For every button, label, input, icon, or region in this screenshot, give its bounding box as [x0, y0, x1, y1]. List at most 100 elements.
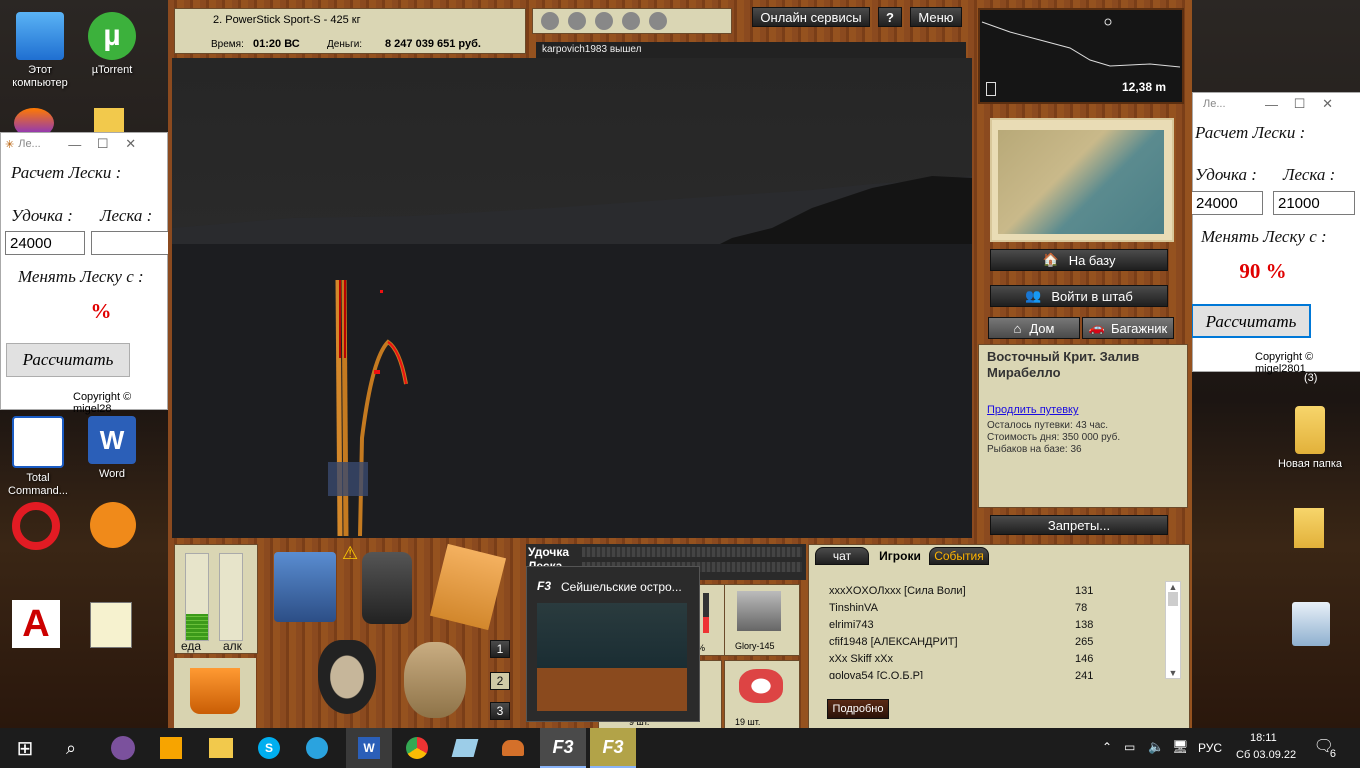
maximize-button[interactable]: ☐: [1288, 96, 1312, 112]
autocad-icon[interactable]: A: [12, 600, 60, 648]
food-meter: [185, 553, 209, 641]
volume-icon[interactable]: 🔈: [1148, 739, 1164, 755]
scroll-thumb[interactable]: [1168, 592, 1178, 606]
line-input[interactable]: [91, 231, 171, 255]
tab-events[interactable]: События: [929, 547, 989, 565]
line-calc-window-left: ✳ Ле... — ☐ ✕ Расчет Лески : Удочка : Ле…: [0, 132, 171, 415]
maximize-button[interactable]: ☐: [91, 136, 115, 152]
rod-slots: [532, 8, 732, 34]
list-item[interactable]: elrimi743 138: [829, 619, 1159, 631]
rf3-button-1[interactable]: F3: [540, 728, 586, 768]
rod-input[interactable]: [1191, 191, 1263, 215]
close-button[interactable]: ✕: [119, 136, 143, 152]
bucket-slot[interactable]: [174, 658, 256, 728]
language-indicator[interactable]: РУС: [1198, 741, 1222, 755]
notes-button[interactable]: [442, 728, 488, 768]
recycle-bin-icon[interactable]: [1292, 602, 1330, 646]
line-input[interactable]: [1273, 191, 1355, 215]
clock-date[interactable]: Сб 03.09.22: [1236, 749, 1296, 761]
battery-tray-icon[interactable]: ▭: [1124, 740, 1135, 754]
word-button[interactable]: W: [346, 728, 392, 768]
list-item[interactable]: cfif1948 [АЛЕКСАНДРИТ] 265: [829, 636, 1159, 648]
game-shortcut-icon[interactable]: [90, 502, 136, 548]
minimize-button[interactable]: —: [1260, 97, 1284, 112]
skype-button[interactable]: S: [246, 728, 292, 768]
search-button[interactable]: ⌕: [48, 728, 94, 768]
bait-count: 19 шт.: [735, 717, 761, 727]
game-helper-button[interactable]: [490, 728, 536, 768]
notifications-button[interactable]: 🗨 6: [1312, 736, 1336, 760]
list-item[interactable]: xxxXOXOЛxxx [Сила Воли] 131: [829, 585, 1159, 597]
reel-icon[interactable]: [568, 12, 586, 30]
extend-permit-link[interactable]: Продлить путевку: [987, 404, 1078, 416]
info-line: Осталось путевки: 43 час.: [987, 420, 1109, 431]
list-item[interactable]: xXx Skiff xXx 146: [829, 653, 1159, 665]
desktop-icon-utorrent[interactable]: µ µTorrent: [74, 6, 150, 90]
tab-chat[interactable]: чат: [815, 547, 869, 565]
calculate-button[interactable]: Рассчитать: [1191, 304, 1311, 338]
shrimp-bait-icon: [739, 669, 783, 703]
hq-button[interactable]: 👥 Войти в штаб: [990, 285, 1168, 307]
list-item[interactable]: TinshinVA 78: [829, 602, 1159, 614]
rod-label: Удочка :: [1195, 165, 1257, 184]
rf3-button-2[interactable]: F3: [590, 728, 636, 768]
home-icon: ⌂: [1013, 320, 1022, 336]
tab-players[interactable]: Игроки: [873, 547, 927, 565]
calculate-button[interactable]: Рассчитать: [6, 343, 130, 377]
menu-button[interactable]: Меню: [910, 7, 962, 27]
location-map[interactable]: [990, 118, 1174, 242]
rod-input[interactable]: [5, 231, 85, 255]
close-button[interactable]: ✕: [1316, 96, 1340, 112]
online-services-button[interactable]: Онлайн сервисы: [752, 7, 870, 27]
players-scrollbar[interactable]: ▲ ▼: [1165, 581, 1181, 679]
help-button[interactable]: ?: [878, 7, 902, 27]
scroll-up-icon[interactable]: ▲: [1166, 582, 1180, 592]
fish-net-bag-icon[interactable]: [404, 642, 466, 718]
food-pot-icon[interactable]: [318, 640, 376, 714]
clock-time[interactable]: 18:11: [1250, 732, 1277, 744]
viber-button[interactable]: [100, 728, 146, 768]
desktop-icon-computer[interactable]: Этот компьютер: [2, 6, 78, 90]
to-base-button[interactable]: 🏠 На базу: [990, 249, 1168, 271]
trunk-tab[interactable]: 🚗 Багажник: [1082, 317, 1174, 339]
bait-slot[interactable]: 19 шт.: [724, 660, 800, 730]
details-button[interactable]: Подробно: [827, 699, 889, 719]
folder-icon-2[interactable]: [1294, 508, 1324, 548]
taskbar-preview[interactable]: F3 Сейшельские остро...: [526, 566, 700, 722]
reel-icon[interactable]: [541, 12, 559, 30]
tray-chevron-icon[interactable]: ⌃: [1102, 740, 1112, 754]
team-icon: 👥: [1025, 288, 1042, 303]
desktop-icon-new-folder[interactable]: Новая папка: [1270, 400, 1350, 484]
slot-button-3[interactable]: 3: [490, 702, 510, 720]
start-button[interactable]: ⊞: [2, 728, 48, 768]
notebook-icon[interactable]: [429, 543, 507, 631]
telegram-button[interactable]: [294, 728, 340, 768]
notepad-icon[interactable]: [90, 602, 132, 648]
fishing-scene[interactable]: [172, 58, 972, 538]
slot-button-1[interactable]: 1: [490, 640, 510, 658]
reel-icon[interactable]: [649, 12, 667, 30]
minimize-button[interactable]: —: [63, 137, 87, 152]
opera-icon[interactable]: [12, 502, 60, 550]
change-label: Менять Леску с :: [1201, 227, 1327, 246]
network-icon[interactable]: 🖥: [1172, 739, 1189, 755]
lure-slot[interactable]: Glory-145: [724, 584, 800, 656]
bans-button[interactable]: Запреты...: [990, 515, 1168, 535]
backpack-icon[interactable]: [362, 552, 412, 624]
chrome-button[interactable]: [394, 728, 440, 768]
scroll-down-icon[interactable]: ▼: [1166, 668, 1180, 678]
tackle-box-icon[interactable]: [274, 552, 336, 622]
home-tab[interactable]: ⌂ Дом: [988, 317, 1080, 339]
desktop-icon-word[interactable]: W Word: [74, 410, 150, 494]
reel-icon[interactable]: [595, 12, 613, 30]
rf3-icon: F3: [537, 579, 552, 593]
list-item[interactable]: golova54 [С.О.Б.Р] 241: [829, 670, 1159, 679]
media-player-button[interactable]: [148, 728, 194, 768]
warning-icon[interactable]: ⚠: [342, 543, 358, 564]
desktop-icon-total-commander[interactable]: Total Command...: [0, 410, 76, 497]
slot-button-2[interactable]: 2: [490, 672, 510, 690]
reel-icon[interactable]: [622, 12, 640, 30]
explorer-button[interactable]: [198, 728, 244, 768]
folder-top-icon[interactable]: [94, 108, 124, 132]
word-icon: W: [88, 416, 136, 464]
